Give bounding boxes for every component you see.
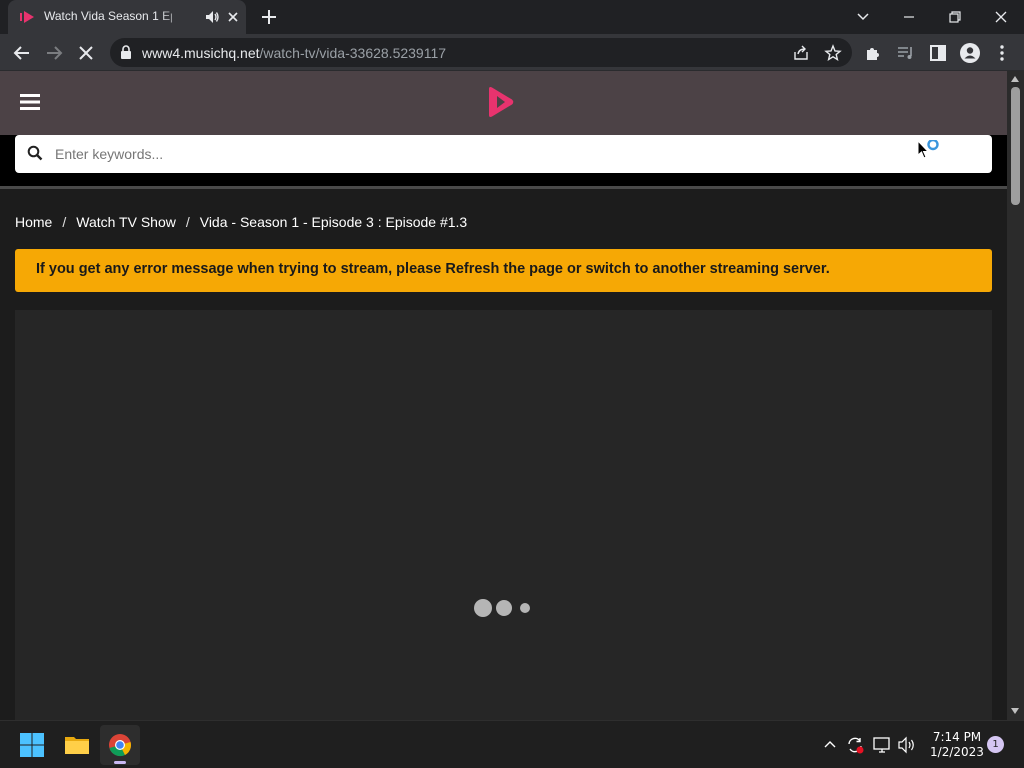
lock-icon[interactable] bbox=[119, 45, 133, 60]
address-bar[interactable]: www4.musichq.net/watch-tv/vida-33628.523… bbox=[110, 38, 852, 67]
site-logo-icon[interactable] bbox=[484, 85, 516, 119]
notification-badge[interactable]: 1 bbox=[987, 736, 1004, 753]
breadcrumb-separator: / bbox=[185, 214, 190, 230]
site-favicon-icon bbox=[20, 11, 34, 23]
file-explorer-icon[interactable] bbox=[57, 725, 97, 765]
extensions-icon[interactable] bbox=[861, 40, 887, 66]
breadcrumb: Home / Watch TV Show / Vida - Season 1 - Epi… bbox=[15, 214, 467, 230]
loading-dot bbox=[520, 603, 530, 613]
loading-dot bbox=[474, 599, 492, 617]
url-text[interactable]: www4.musichq.net/watch-tv/vida-33628.523… bbox=[142, 45, 446, 61]
chrome-icon bbox=[109, 734, 131, 757]
tab-close-icon[interactable] bbox=[224, 8, 242, 26]
media-control-icon[interactable] bbox=[893, 40, 919, 66]
browser-tab[interactable]: Watch Vida Season 1 Episode bbox=[8, 0, 246, 34]
windows-start-icon[interactable] bbox=[12, 725, 52, 765]
search-icon[interactable] bbox=[27, 145, 43, 161]
bookmark-star-icon[interactable] bbox=[824, 44, 842, 62]
streaming-error-alert: If you get any error message when trying… bbox=[15, 249, 992, 292]
new-tab-icon[interactable] bbox=[258, 6, 280, 28]
search-bar-section bbox=[0, 135, 1007, 189]
taskbar-clock[interactable]: 7:14 PM 1/2/2023 bbox=[922, 730, 992, 760]
stop-loading-icon[interactable] bbox=[73, 40, 99, 66]
tab-strip: Watch Vida Season 1 Episode bbox=[0, 0, 1024, 34]
page-scrollbar[interactable] bbox=[1007, 71, 1024, 720]
profile-avatar-icon[interactable] bbox=[957, 40, 983, 66]
search-input[interactable] bbox=[55, 141, 875, 167]
scroll-down-arrow-icon[interactable] bbox=[1011, 708, 1019, 714]
breadcrumb-current-episode: Vida - Season 1 - Episode 3 : Episode #1… bbox=[199, 214, 468, 230]
search-box[interactable] bbox=[15, 135, 992, 173]
loading-dot bbox=[496, 600, 512, 616]
clock-date: 1/2/2023 bbox=[930, 745, 984, 759]
side-panel-icon[interactable] bbox=[925, 40, 951, 66]
web-page: Home / Watch TV Show / Vida - Season 1 - Epi… bbox=[0, 71, 1007, 720]
close-window-icon[interactable] bbox=[987, 4, 1015, 30]
tab-audio-icon[interactable] bbox=[204, 9, 220, 25]
browser-toolbar: www4.musichq.net/watch-tv/vida-33628.523… bbox=[0, 34, 1024, 71]
tab-search-chevron-icon[interactable] bbox=[849, 4, 877, 30]
chrome-menu-icon[interactable] bbox=[989, 40, 1015, 66]
back-icon[interactable] bbox=[9, 40, 35, 66]
url-domain: www4.musichq.net bbox=[142, 45, 260, 61]
hamburger-menu-icon[interactable] bbox=[18, 91, 42, 113]
volume-icon[interactable] bbox=[897, 735, 917, 755]
breadcrumb-home-link[interactable]: Home bbox=[15, 214, 52, 230]
site-header bbox=[0, 71, 1007, 135]
minimize-icon[interactable] bbox=[895, 4, 923, 30]
breadcrumb-separator: / bbox=[62, 214, 67, 230]
scroll-thumb[interactable] bbox=[1011, 87, 1020, 205]
breadcrumb-tv-show-link[interactable]: Watch TV Show bbox=[76, 214, 176, 230]
tab-title: Watch Vida Season 1 Episode bbox=[44, 9, 172, 23]
chrome-taskbar-button[interactable] bbox=[100, 725, 140, 765]
sync-status-icon[interactable] bbox=[845, 735, 865, 755]
share-icon[interactable] bbox=[792, 44, 810, 62]
busy-cursor-icon bbox=[917, 140, 939, 159]
clock-time: 7:14 PM bbox=[932, 730, 982, 744]
video-player[interactable] bbox=[15, 310, 992, 720]
forward-icon[interactable] bbox=[41, 40, 67, 66]
url-path: /watch-tv/vida-33628.5239117 bbox=[259, 45, 447, 61]
windows-taskbar: 7:14 PM 1/2/2023 1 bbox=[0, 720, 1024, 768]
active-app-indicator bbox=[114, 761, 126, 764]
network-icon[interactable] bbox=[872, 735, 892, 755]
scroll-up-arrow-icon[interactable] bbox=[1011, 76, 1019, 82]
restore-icon[interactable] bbox=[941, 4, 969, 30]
show-hidden-icons-chevron-icon[interactable] bbox=[821, 736, 839, 754]
